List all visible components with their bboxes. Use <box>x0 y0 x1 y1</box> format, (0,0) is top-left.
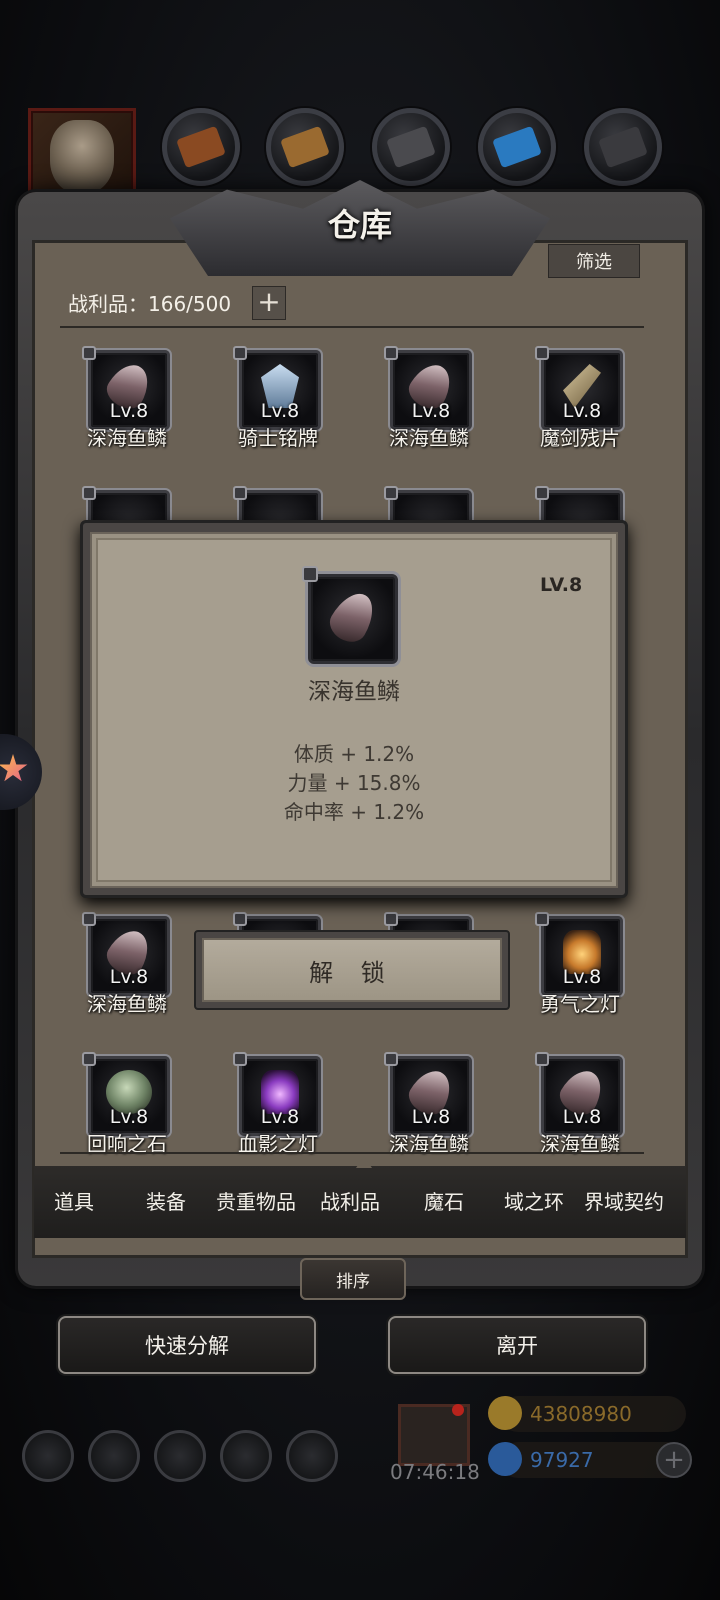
lock-icon <box>82 912 96 926</box>
inventory-item[interactable]: Lv.8 勇气之灯 <box>505 912 655 1026</box>
lock-icon <box>384 346 398 360</box>
avatar-face-icon <box>50 120 114 194</box>
event-timer: 07:46:18 <box>390 1460 480 1484</box>
lock-icon <box>535 346 549 360</box>
lock-icon <box>82 486 96 500</box>
inventory-item[interactable]: Lv.8 深海鱼鳞 <box>52 912 202 1026</box>
stat-line: 命中率 + 1.2% <box>283 800 425 824</box>
item-level: Lv.8 <box>562 966 602 988</box>
item-name: 魔剑残片 <box>540 426 620 450</box>
tab-magic-stones[interactable]: 魔石 <box>424 1186 464 1215</box>
expand-capacity-button[interactable]: + <box>252 286 286 320</box>
star-icon <box>0 754 28 782</box>
lock-icon <box>535 486 549 500</box>
item-level: Lv.8 <box>411 1106 451 1128</box>
gold-amount: 43808980 <box>530 1402 632 1426</box>
ore-resource-icon <box>162 108 240 186</box>
settings-icon[interactable] <box>22 1430 74 1482</box>
tab-domain-rings[interactable]: 域之环 <box>504 1186 564 1215</box>
wood-resource-icon <box>266 108 344 186</box>
lock-icon <box>302 566 318 582</box>
quick-decompose-button[interactable]: 快速分解 <box>58 1316 316 1374</box>
item-level: Lv.8 <box>562 1106 602 1128</box>
stat-line: 体质 + 1.2% <box>293 742 415 766</box>
gem-icon <box>488 1442 522 1476</box>
popup-stats: 体质 + 1.2% 力量 + 15.8% 命中率 + 1.2% <box>90 740 618 827</box>
inventory-item[interactable]: Lv.8 深海鱼鳞 <box>505 1052 655 1166</box>
lock-icon <box>233 486 247 500</box>
lock-icon <box>384 912 398 926</box>
stone-resource-icon <box>584 108 662 186</box>
inventory-item[interactable]: Lv.8 回响之石 <box>52 1052 202 1166</box>
tab-items[interactable]: 道具 <box>54 1186 94 1215</box>
item-level: Lv.8 <box>109 400 149 422</box>
guild-icon[interactable] <box>154 1430 206 1482</box>
inventory-item[interactable]: Lv.8 魔剑残片 <box>505 346 655 460</box>
gold-coin-icon <box>488 1396 522 1430</box>
unlock-button[interactable]: 解 锁 <box>202 938 502 1002</box>
item-name: 深海鱼鳞 <box>87 992 167 1016</box>
inventory-item[interactable]: Lv.8 深海鱼鳞 <box>354 1052 504 1166</box>
panel-title: 仓库 <box>327 206 392 244</box>
map-icon[interactable] <box>286 1430 338 1482</box>
add-currency-button[interactable]: + <box>656 1442 692 1478</box>
popup-item-name: 深海鱼鳞 <box>308 679 400 705</box>
tab-valuables[interactable]: 贵重物品 <box>216 1186 296 1215</box>
lock-icon <box>535 1052 549 1066</box>
tab-realm-contracts[interactable]: 界域契约 <box>584 1186 664 1215</box>
inventory-item[interactable]: Lv.8 骑士铭牌 <box>203 346 353 460</box>
divider <box>60 1152 644 1154</box>
mail-icon[interactable] <box>220 1430 272 1482</box>
lock-icon <box>233 1052 247 1066</box>
popup-item-level: LV.8 <box>540 574 583 596</box>
leave-button[interactable]: 离开 <box>388 1316 646 1374</box>
crystal-resource-icon <box>478 108 556 186</box>
item-level: Lv.8 <box>109 966 149 988</box>
item-name: 骑士铭牌 <box>238 426 318 450</box>
lock-icon <box>82 1052 96 1066</box>
item-level: Lv.8 <box>109 1106 149 1128</box>
inventory-item[interactable]: Lv.8 血影之灯 <box>203 1052 353 1166</box>
lock-icon <box>233 912 247 926</box>
iron-resource-icon <box>372 108 450 186</box>
filter-button[interactable]: 筛选 <box>548 244 640 278</box>
tab-loot[interactable]: 战利品 <box>320 1186 380 1215</box>
item-level: Lv.8 <box>260 400 300 422</box>
inventory-item[interactable]: Lv.8 深海鱼鳞 <box>52 346 202 460</box>
sort-button[interactable]: 排序 <box>300 1258 406 1300</box>
item-level: Lv.8 <box>562 400 602 422</box>
notification-dot <box>452 1404 464 1416</box>
lock-icon <box>384 486 398 500</box>
item-name: 深海鱼鳞 <box>87 426 167 450</box>
achievement-icon[interactable] <box>88 1430 140 1482</box>
gem-amount: 97927 <box>530 1448 594 1472</box>
lock-icon <box>233 346 247 360</box>
lock-icon <box>82 346 96 360</box>
divider <box>60 326 644 328</box>
tab-equipment[interactable]: 装备 <box>146 1186 186 1215</box>
item-level: Lv.8 <box>411 400 451 422</box>
lock-icon <box>535 912 549 926</box>
item-name: 深海鱼鳞 <box>389 426 469 450</box>
inventory-item[interactable]: Lv.8 深海鱼鳞 <box>354 346 504 460</box>
item-level: Lv.8 <box>260 1106 300 1128</box>
loot-capacity: 战利品：166/500 <box>68 292 232 316</box>
lock-icon <box>384 1052 398 1066</box>
stat-line: 力量 + 15.8% <box>287 771 421 795</box>
item-name: 勇气之灯 <box>540 992 620 1016</box>
